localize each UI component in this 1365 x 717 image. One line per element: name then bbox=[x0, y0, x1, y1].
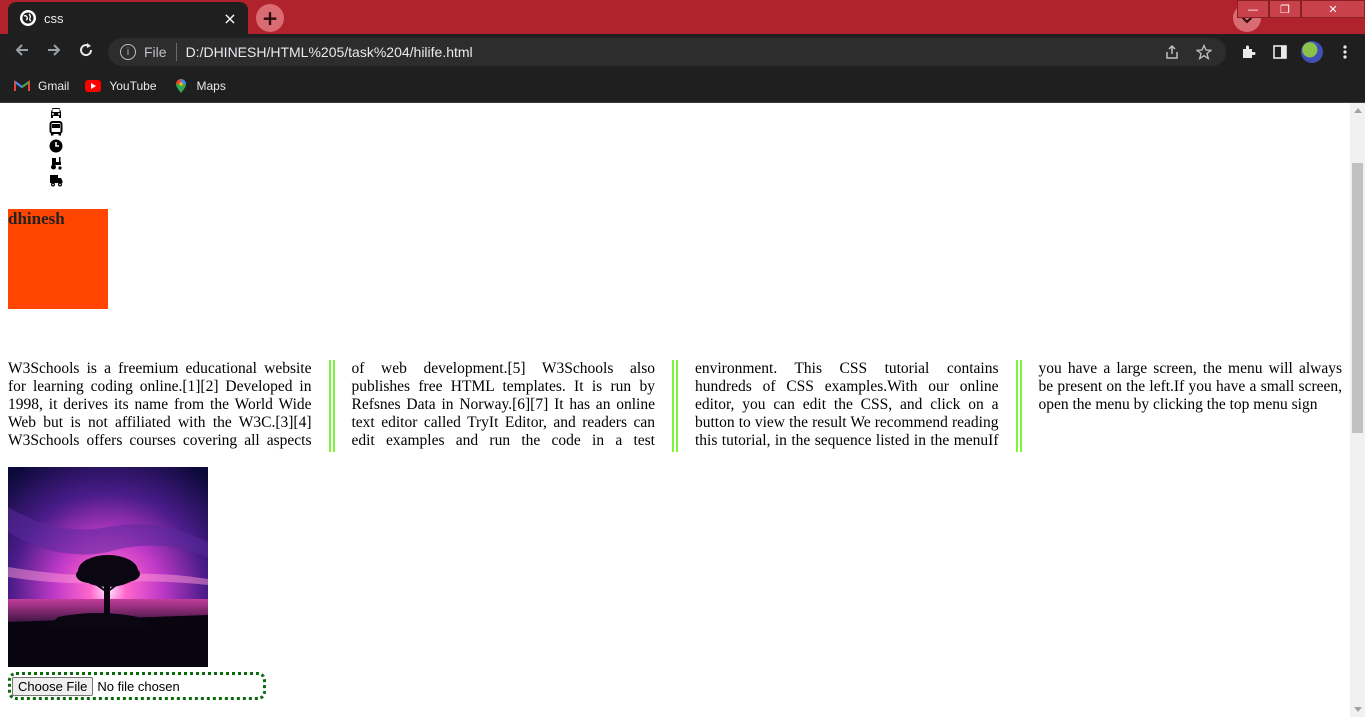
multi-column-article: W3Schools is a freemium educational webs… bbox=[8, 360, 1342, 449]
youtube-icon bbox=[85, 78, 102, 94]
page-viewport: dhinesh W3Schools is a freemium educatio… bbox=[0, 103, 1350, 717]
share-icon[interactable] bbox=[1162, 42, 1182, 62]
tab-title: css bbox=[44, 10, 64, 26]
tree-sunset-image bbox=[8, 467, 208, 667]
choose-file-button[interactable]: Choose File bbox=[12, 676, 94, 696]
arrow-left-icon bbox=[14, 42, 30, 62]
bookmark-maps[interactable]: Maps bbox=[173, 78, 226, 94]
tab-strip: css × + — ❐ ✕ bbox=[0, 0, 1365, 34]
scroll-down-arrow-icon[interactable] bbox=[1354, 707, 1362, 712]
scrollbar-thumb[interactable] bbox=[1352, 163, 1363, 433]
bookmark-youtube[interactable]: YouTube bbox=[85, 78, 157, 94]
orange-box: dhinesh bbox=[8, 209, 108, 309]
vertical-icon-stack bbox=[48, 103, 64, 188]
scroll-up-arrow-icon[interactable] bbox=[1354, 108, 1362, 113]
info-icon[interactable]: i bbox=[120, 44, 136, 60]
extensions-icon[interactable] bbox=[1238, 42, 1258, 62]
omnibox-divider bbox=[175, 43, 177, 61]
gmail-icon bbox=[14, 78, 30, 94]
tab-close-button[interactable]: × bbox=[220, 9, 240, 28]
arrow-right-icon bbox=[46, 42, 62, 62]
restore-button[interactable]: ❐ bbox=[1269, 0, 1301, 18]
vertical-scrollbar[interactable] bbox=[1350, 103, 1365, 717]
menu-kebab-icon[interactable] bbox=[1335, 42, 1355, 62]
maps-icon bbox=[173, 78, 189, 94]
globe-icon bbox=[20, 10, 36, 26]
active-tab[interactable]: css × bbox=[8, 2, 248, 34]
car-icon bbox=[48, 103, 64, 120]
bus-icon bbox=[48, 120, 64, 137]
side-panel-icon[interactable] bbox=[1270, 42, 1290, 62]
bookmark-star-icon[interactable] bbox=[1194, 42, 1214, 62]
reload-button[interactable] bbox=[76, 42, 96, 62]
window-close-button[interactable]: ✕ bbox=[1301, 0, 1365, 18]
bookmarks-bar: Gmail YouTube Maps bbox=[0, 70, 1365, 103]
clock-icon bbox=[48, 137, 64, 154]
bookmark-label: YouTube bbox=[109, 79, 157, 93]
browser-toolbar: i File D:/DHINESH/HTML%205/task%204/hili… bbox=[0, 34, 1365, 70]
tractor-icon bbox=[48, 154, 64, 171]
bookmark-gmail[interactable]: Gmail bbox=[14, 78, 69, 94]
url-text[interactable]: D:/DHINESH/HTML%205/task%204/hilife.html bbox=[186, 44, 1162, 60]
window-controls: — ❐ ✕ bbox=[1237, 0, 1365, 18]
profile-avatar[interactable] bbox=[1301, 41, 1323, 63]
reload-icon bbox=[78, 42, 94, 62]
address-bar[interactable]: i File D:/DHINESH/HTML%205/task%204/hili… bbox=[108, 38, 1226, 66]
truck-icon bbox=[48, 171, 64, 188]
file-status-text: No file chosen bbox=[97, 678, 180, 694]
minimize-button[interactable]: — bbox=[1237, 0, 1269, 18]
url-scheme-label: File bbox=[144, 44, 167, 60]
back-button[interactable] bbox=[12, 42, 32, 62]
new-tab-button[interactable]: + bbox=[256, 4, 284, 32]
bookmark-label: Maps bbox=[196, 79, 226, 93]
forward-button[interactable] bbox=[44, 42, 64, 62]
box-heading: dhinesh bbox=[8, 209, 65, 228]
file-input[interactable]: Choose File No file chosen bbox=[8, 672, 266, 700]
bookmark-label: Gmail bbox=[38, 79, 70, 93]
